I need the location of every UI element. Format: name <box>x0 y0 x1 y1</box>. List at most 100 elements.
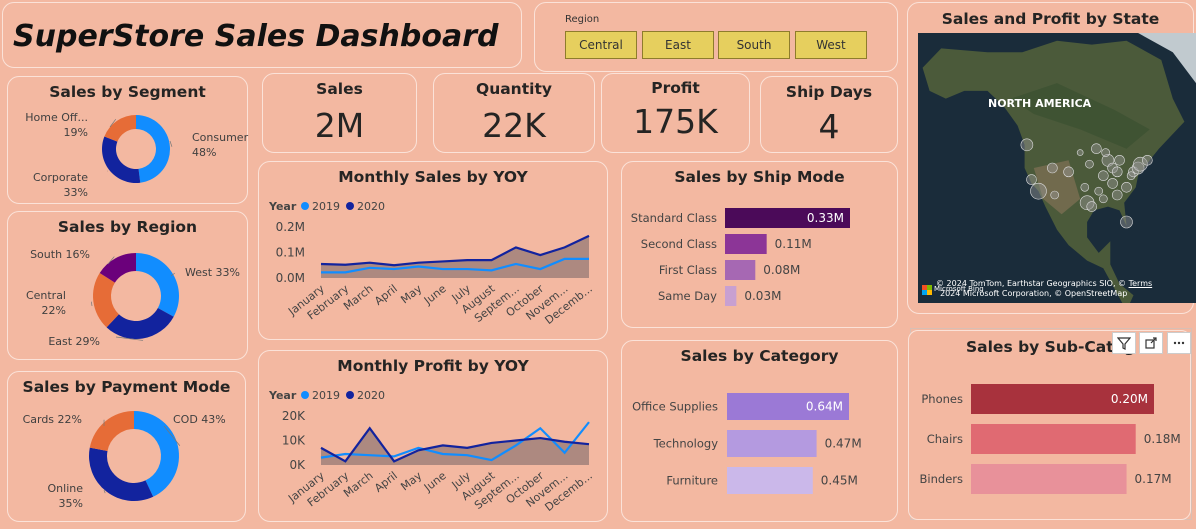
monthly-profit-chart[interactable]: Year 2019 20200K10K20KJanuaryFebruaryMarch… <box>259 351 609 523</box>
svg-text:2020: 2020 <box>357 200 385 213</box>
data-label: 0.64M <box>806 400 843 414</box>
kpi-quantity: Quantity 22K <box>433 73 595 153</box>
state-bubble[interactable] <box>1114 154 1125 166</box>
donut-slice[interactable] <box>104 115 136 142</box>
svg-text:2020: 2020 <box>357 389 385 402</box>
svg-text:East 29%: East 29% <box>48 335 100 348</box>
sales-profit-map[interactable]: NORTH AMERICA Microsoft Bing © 2024 TomT… <box>918 33 1196 303</box>
slice-label: West 33% <box>185 266 240 279</box>
chart-legend: Year 2019 2020 <box>268 389 385 402</box>
title-card: SuperStore Sales Dashboard <box>2 2 522 68</box>
kpi-value: 2M <box>314 106 365 145</box>
legend-marker-2019 <box>301 391 309 399</box>
category-label: Furniture <box>666 474 718 488</box>
state-bubble[interactable] <box>1080 182 1090 192</box>
slicer-option-central[interactable]: Central <box>565 31 637 59</box>
map-card: Sales and Profit by State NORTH AMERICA … <box>907 2 1196 314</box>
legend-marker-2019 <box>301 202 309 210</box>
category-label: Chairs <box>927 432 963 446</box>
bar[interactable] <box>725 234 767 254</box>
dashboard-title: SuperStore Sales Dashboard <box>13 19 499 54</box>
state-bubble[interactable] <box>1020 138 1034 152</box>
sub-category-chart[interactable]: Phones 0.20M Chairs 0.18M Binders 0.17M <box>909 331 1192 521</box>
category-label: Binders <box>920 472 963 486</box>
legend-marker-2020 <box>346 202 354 210</box>
slice-label: Home Off... 19% <box>25 111 88 139</box>
category-label: Phones <box>921 392 963 406</box>
data-label: 0.18M <box>1144 432 1181 446</box>
state-bubble[interactable] <box>1107 178 1118 189</box>
state-bubble[interactable] <box>1120 215 1133 229</box>
slicer-option-south[interactable]: South <box>718 31 790 59</box>
state-bubble[interactable] <box>1142 154 1153 166</box>
bar[interactable] <box>971 424 1136 454</box>
category-label: Standard Class <box>631 211 717 225</box>
slice-label: Central 22% <box>26 289 66 317</box>
slice-label: Consumer 48% <box>192 131 249 159</box>
state-bubble[interactable] <box>1063 166 1074 178</box>
donut-slice[interactable] <box>89 447 154 501</box>
more-options-icon[interactable] <box>1167 332 1191 354</box>
region-slicer: Region Central East South West <box>534 2 898 72</box>
donut-slice[interactable] <box>101 136 141 183</box>
payment-donut-chart[interactable]: COD 43% Online 35% Cards 22% <box>8 372 247 523</box>
x-tick-label: June <box>421 469 449 495</box>
data-label: 0.47M <box>825 437 862 451</box>
area-fill-2020 <box>321 235 589 278</box>
svg-text:Home Off...: Home Off... <box>25 111 88 124</box>
state-bubble[interactable] <box>1047 162 1058 174</box>
bar[interactable] <box>725 286 737 306</box>
svg-text:22%: 22% <box>42 304 66 317</box>
bar[interactable] <box>727 467 813 494</box>
monthly-sales-chart[interactable]: Year 2019 20200.0M0.1M0.2MJanuaryFebruaryM… <box>259 162 609 341</box>
state-bubble[interactable] <box>1111 166 1123 178</box>
state-bubble[interactable] <box>1126 171 1136 181</box>
filter-icon[interactable] <box>1112 332 1136 354</box>
y-tick-label: 10K <box>282 434 306 448</box>
terms-link[interactable]: Terms <box>1129 279 1153 288</box>
state-bubble[interactable] <box>1121 181 1132 193</box>
leader-line <box>91 301 93 307</box>
state-bubble[interactable] <box>1076 149 1084 156</box>
category-chart[interactable]: Office Supplies 0.64M Technology 0.47M Furni… <box>622 341 899 523</box>
state-bubble[interactable] <box>1026 174 1037 185</box>
state-bubble[interactable] <box>1085 159 1094 169</box>
state-bubble[interactable] <box>1099 194 1108 204</box>
donut-slice[interactable] <box>136 253 179 317</box>
leader-line <box>169 140 173 147</box>
y-tick-label: 0.1M <box>276 246 305 260</box>
state-bubble[interactable] <box>1050 190 1059 200</box>
segment-donut-chart[interactable]: Consumer 48% Corporate 33% Home Off... 19% <box>8 77 249 205</box>
state-bubble[interactable] <box>1111 189 1123 201</box>
svg-text:2019: 2019 <box>312 200 340 213</box>
state-bubble[interactable] <box>1091 143 1102 155</box>
slice-label: South 16% <box>30 248 90 261</box>
data-label: 0.11M <box>775 237 812 251</box>
map-region-label: NORTH AMERICA <box>988 97 1092 110</box>
bar[interactable] <box>727 430 817 457</box>
slice-label: East 29% <box>48 335 100 348</box>
sub-category-card: Sales by Sub-Categ Phones 0.20M Chairs 0.18… <box>908 330 1191 520</box>
region-donut-chart[interactable]: West 33% East 29% Central 22% South 16% <box>8 212 249 361</box>
state-bubble[interactable] <box>1094 186 1103 196</box>
state-bubble[interactable] <box>1101 148 1110 157</box>
ship-mode-chart[interactable]: Standard Class 0.33M Second Class 0.11M Firs… <box>622 162 899 329</box>
slice-label: COD 43% <box>173 413 226 426</box>
monthly-profit-card: Monthly Profit by YOY Year 2019 2020 0K 10K 2… <box>258 350 608 522</box>
svg-text:Cards 22%: Cards 22% <box>23 413 82 426</box>
y-tick-label: 0K <box>289 458 306 472</box>
slicer-option-west[interactable]: West <box>795 31 867 59</box>
data-label: 0.08M <box>763 263 800 277</box>
focus-mode-icon[interactable] <box>1139 332 1163 354</box>
state-bubble[interactable] <box>1086 201 1098 212</box>
svg-text:33%: 33% <box>64 186 88 199</box>
state-bubble[interactable] <box>1098 170 1109 182</box>
state-bubble[interactable] <box>1030 182 1047 200</box>
svg-text:COD 43%: COD 43% <box>173 413 226 426</box>
bar[interactable] <box>725 260 756 280</box>
bar[interactable] <box>971 464 1127 494</box>
donut-slice[interactable] <box>89 411 134 451</box>
slicer-option-east[interactable]: East <box>642 31 714 59</box>
donut-slice[interactable] <box>136 115 171 183</box>
svg-text:19%: 19% <box>64 126 88 139</box>
